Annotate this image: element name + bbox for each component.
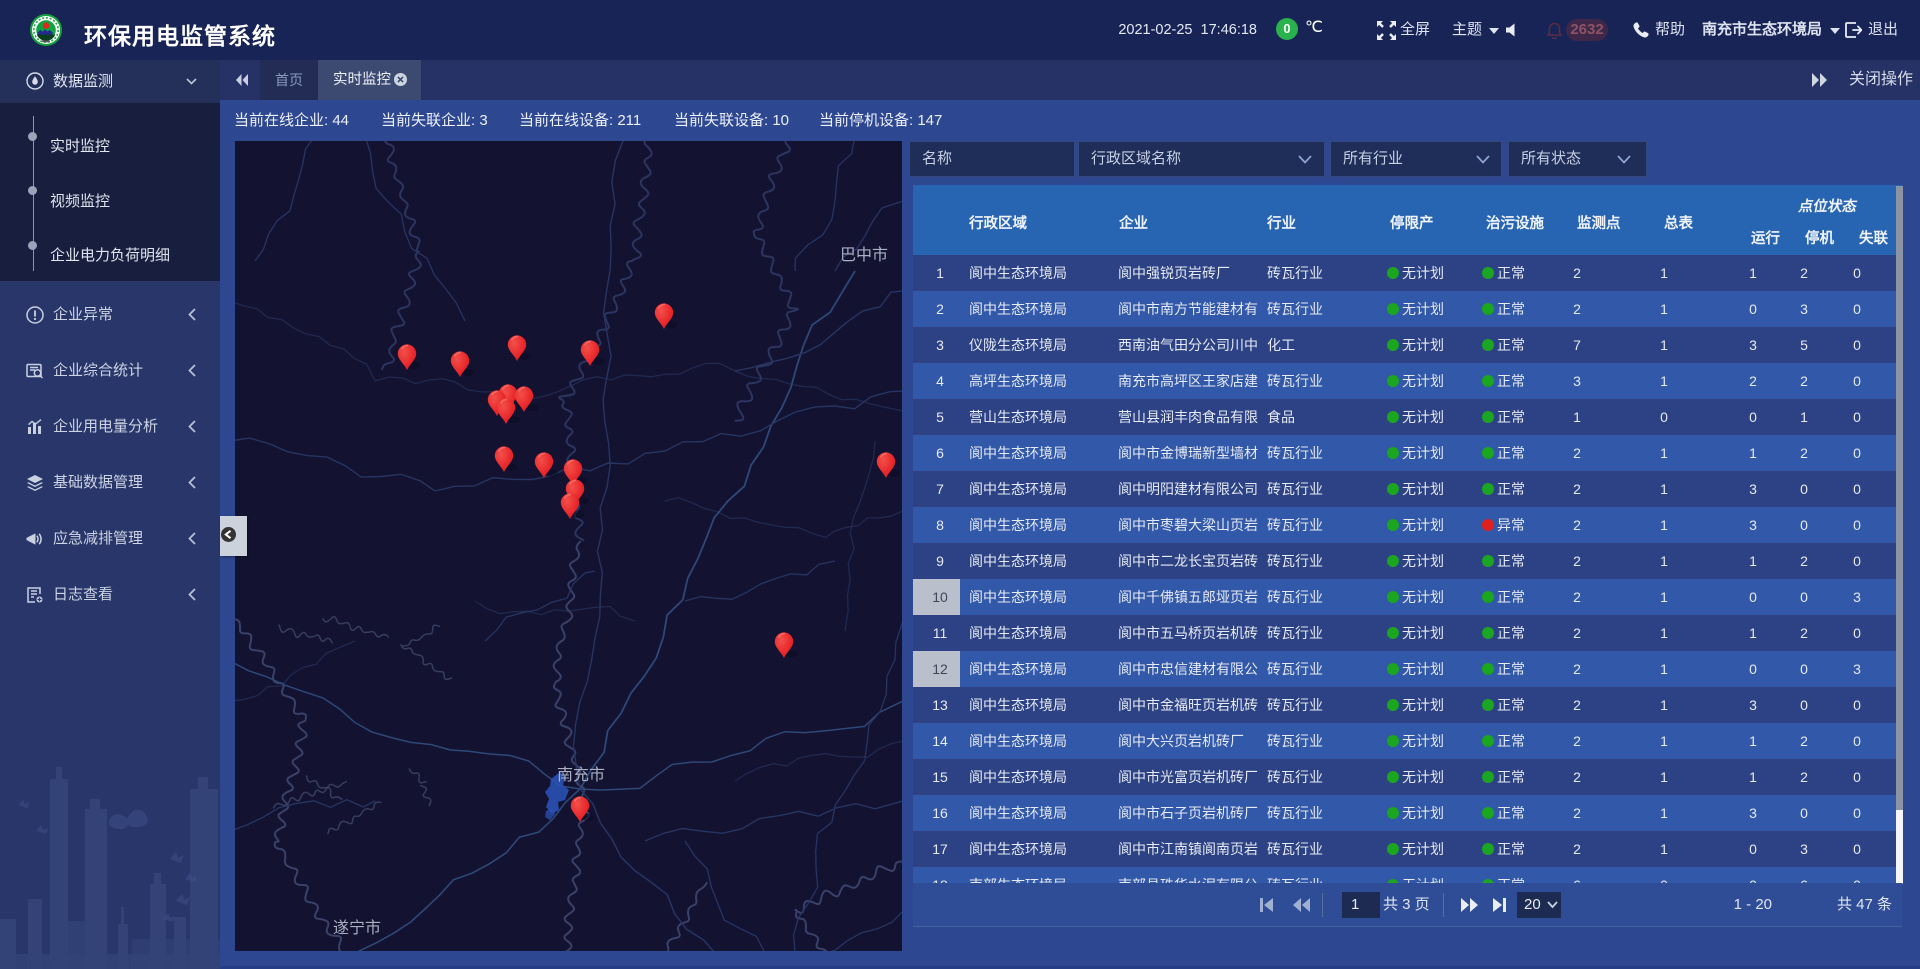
svg-text:南充市: 南充市 — [557, 766, 605, 784]
svg-text:遂宁市: 遂宁市 — [333, 919, 381, 937]
svg-text:巴中市: 巴中市 — [840, 246, 888, 264]
